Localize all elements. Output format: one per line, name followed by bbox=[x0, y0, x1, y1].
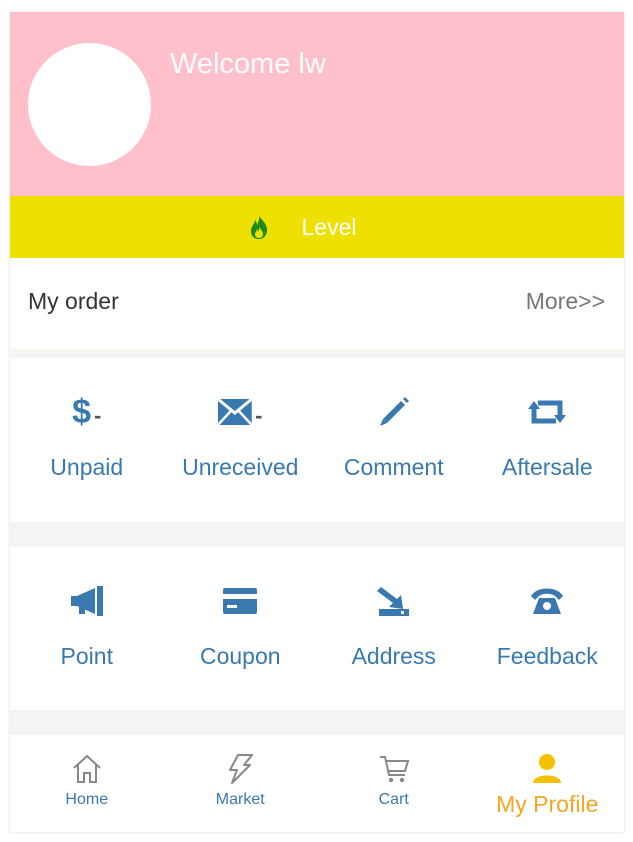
tab-market-label: Market bbox=[215, 791, 265, 808]
retweet-icon bbox=[528, 400, 567, 424]
user-icon bbox=[533, 754, 562, 783]
my-order-title: My order bbox=[28, 288, 119, 314]
envelope-icon bbox=[218, 399, 253, 425]
feedback-button[interactable]: Feedback bbox=[471, 547, 625, 710]
bottom-tabbar: Home Market Cart My Profile bbox=[10, 735, 624, 832]
unreceived-label: Unreceived bbox=[182, 454, 299, 480]
tab-cart-label: Cart bbox=[378, 791, 409, 808]
aftersale-label: Aftersale bbox=[501, 454, 593, 480]
feedback-label: Feedback bbox=[496, 643, 598, 669]
profile-header: Welcome lw bbox=[10, 12, 624, 196]
lightning-icon bbox=[229, 754, 254, 784]
avatar[interactable] bbox=[28, 43, 151, 166]
unpaid-label: Unpaid bbox=[50, 454, 124, 480]
aftersale-button[interactable]: Aftersale bbox=[471, 358, 625, 522]
my-order-row: My order More>> bbox=[10, 258, 624, 353]
address-button[interactable]: Address bbox=[317, 547, 471, 710]
home-icon bbox=[73, 754, 101, 783]
address-label: Address bbox=[351, 643, 436, 669]
phone-icon bbox=[531, 588, 564, 614]
download-icon bbox=[376, 587, 409, 616]
credit-card-icon bbox=[223, 588, 258, 614]
tab-my-profile-label: My Profile bbox=[496, 791, 599, 817]
comment-button[interactable]: Comment bbox=[317, 358, 471, 522]
tab-home[interactable]: Home bbox=[10, 735, 164, 832]
unreceived-button[interactable]: - Unreceived bbox=[164, 358, 318, 522]
level-label: Level bbox=[301, 213, 357, 240]
order-status-panel: $ - Unpaid - Unreceived Comment Aftersal… bbox=[10, 358, 624, 522]
services-panel: Point Coupon Address Feedback bbox=[10, 547, 624, 710]
unpaid-button[interactable]: $ - Unpaid bbox=[10, 358, 164, 522]
coupon-label: Coupon bbox=[199, 643, 281, 669]
level-bar[interactable]: Level bbox=[10, 196, 624, 258]
fire-icon bbox=[250, 215, 267, 239]
tab-my-profile[interactable]: My Profile bbox=[471, 735, 625, 832]
unreceived-badge: - bbox=[255, 403, 263, 428]
point-button[interactable]: Point bbox=[10, 547, 164, 710]
coupon-button[interactable]: Coupon bbox=[164, 547, 318, 710]
comment-label: Comment bbox=[343, 454, 444, 480]
more-orders-link[interactable]: More>> bbox=[526, 288, 605, 315]
tab-cart[interactable]: Cart bbox=[317, 735, 471, 832]
point-label: Point bbox=[60, 643, 113, 669]
megaphone-icon bbox=[70, 586, 103, 616]
tab-home-label: Home bbox=[65, 791, 109, 808]
dollar-icon: $ bbox=[72, 393, 92, 431]
welcome-text: Welcome lw bbox=[170, 48, 326, 80]
unpaid-badge: - bbox=[94, 403, 102, 428]
tab-market[interactable]: Market bbox=[164, 735, 318, 832]
pencil-icon bbox=[379, 397, 409, 426]
cart-icon bbox=[379, 756, 410, 783]
app-frame: Welcome lw Level My order More>> $ - Unp… bbox=[10, 12, 624, 832]
